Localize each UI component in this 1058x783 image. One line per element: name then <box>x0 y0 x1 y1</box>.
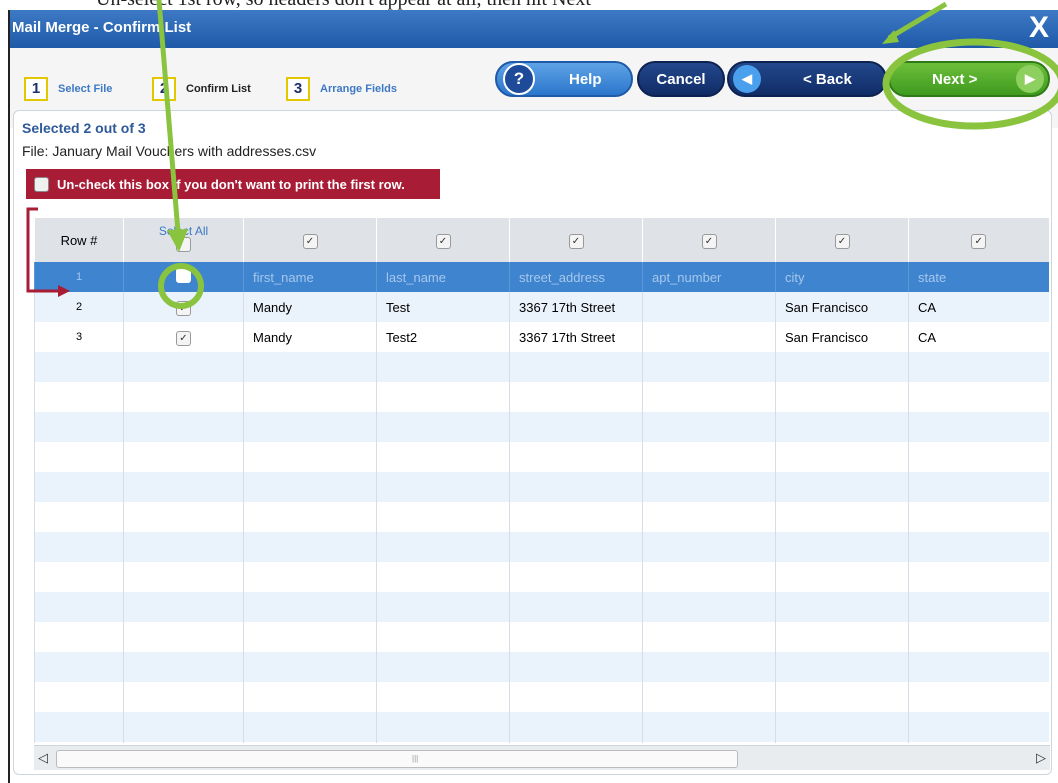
step-number: 1 <box>24 77 48 101</box>
empty-row <box>34 622 1049 652</box>
cell: Test <box>376 292 510 322</box>
banner-text: Un-check this box if you don't want to p… <box>57 176 405 192</box>
row-checkbox-cell[interactable] <box>123 262 244 292</box>
cell: 3367 17th Street <box>509 292 643 322</box>
cell: city <box>775 262 909 292</box>
step-confirm-list[interactable]: 2 Confirm List <box>152 77 251 101</box>
select-all-header[interactable]: Select All <box>123 218 244 262</box>
empty-row <box>34 412 1049 442</box>
cell: apt_number <box>642 262 776 292</box>
step-label: Select File <box>58 83 113 95</box>
title-bar: Mail Merge - Confirm List X <box>10 10 1058 48</box>
empty-row <box>34 562 1049 592</box>
empty-row <box>34 652 1049 682</box>
grip-icon: ||| <box>412 754 419 763</box>
empty-row <box>34 352 1049 382</box>
select-all-checkbox[interactable] <box>176 237 191 252</box>
scroll-left-icon[interactable]: ◁ <box>38 750 48 766</box>
checkmark-icon[interactable]: ✓ <box>176 330 191 346</box>
cell: Mandy <box>243 322 377 352</box>
cell: San Francisco <box>775 322 909 352</box>
file-name: File: January Mail Vouchers with address… <box>22 143 317 159</box>
close-icon[interactable]: X <box>1022 10 1056 48</box>
cell: state <box>908 262 1049 292</box>
step-select-file[interactable]: 1 Select File <box>24 77 113 101</box>
row-number: 2 <box>34 292 124 322</box>
table-row[interactable]: 2 ✓ Mandy Test 3367 17th Street San Fran… <box>34 292 1049 322</box>
empty-row <box>34 472 1049 502</box>
cell: San Francisco <box>775 292 909 322</box>
row-checkbox-cell[interactable]: ✓ <box>123 322 244 352</box>
first-row-checkbox[interactable] <box>34 176 49 192</box>
row-checkbox-cell[interactable]: ✓ <box>123 292 244 322</box>
caption-text-fragment: Un-select 1st row, so headers don't appe… <box>0 0 1058 10</box>
empty-row <box>34 682 1049 712</box>
back-label: < Back <box>803 70 852 88</box>
cell: last_name <box>376 262 510 292</box>
cell: CA <box>908 322 1049 352</box>
cell <box>642 322 776 352</box>
checkmark-icon[interactable]: ✓ <box>176 300 191 316</box>
horizontal-scrollbar[interactable]: ◁ ||| ▷ <box>34 745 1050 770</box>
column-include-checkbox[interactable]: ✓ <box>509 218 643 262</box>
select-all-label[interactable]: Select All <box>124 225 243 237</box>
row-number-header: Row # <box>34 218 124 262</box>
cell: Test2 <box>376 322 510 352</box>
cell: first_name <box>243 262 377 292</box>
checkmark-icon: ✓ <box>701 233 717 249</box>
help-button[interactable]: ? Help <box>495 61 633 97</box>
column-include-checkbox[interactable]: ✓ <box>908 218 1049 262</box>
next-label: Next > <box>932 70 978 88</box>
column-include-checkbox[interactable]: ✓ <box>775 218 909 262</box>
checkmark-icon: ✓ <box>302 233 318 249</box>
step-number: 3 <box>286 77 310 101</box>
back-button[interactable]: ◀ < Back <box>727 61 887 97</box>
checkmark-icon: ✓ <box>568 233 584 249</box>
empty-row <box>34 742 1049 743</box>
cell: 3367 17th Street <box>509 322 643 352</box>
cell: CA <box>908 292 1049 322</box>
header-row: Row # Select All ✓ ✓ ✓ ✓ ✓ ✓ <box>34 218 1049 262</box>
selected-count: Selected 2 out of 3 <box>22 120 146 136</box>
step-number: 2 <box>152 77 176 101</box>
column-include-checkbox[interactable]: ✓ <box>642 218 776 262</box>
empty-row <box>34 532 1049 562</box>
next-button[interactable]: Next > ▶ <box>888 61 1050 97</box>
column-include-checkbox[interactable]: ✓ <box>243 218 377 262</box>
help-label: Help <box>569 70 602 88</box>
checkmark-icon: ✓ <box>971 233 987 249</box>
cell <box>642 292 776 322</box>
cell: street_address <box>509 262 643 292</box>
empty-row <box>34 712 1049 742</box>
empty-row <box>34 442 1049 472</box>
empty-row <box>34 382 1049 412</box>
checkmark-icon: ✓ <box>435 233 451 249</box>
row-number: 3 <box>34 322 124 352</box>
empty-row <box>34 502 1049 532</box>
step-arrange-fields[interactable]: 3 Arrange Fields <box>286 77 398 101</box>
cell: Mandy <box>243 292 377 322</box>
step-label: Confirm List <box>186 83 251 95</box>
empty-row <box>34 592 1049 622</box>
dialog-title: Mail Merge - Confirm List <box>12 19 192 36</box>
table-row[interactable]: 3 ✓ Mandy Test2 3367 17th Street San Fra… <box>34 322 1049 352</box>
right-arrow-icon: ▶ <box>1016 65 1044 93</box>
row-checkbox[interactable] <box>176 268 191 283</box>
scroll-right-icon[interactable]: ▷ <box>1036 750 1046 766</box>
row-number: 1 <box>34 262 124 292</box>
first-row-banner: Un-check this box if you don't want to p… <box>26 169 440 199</box>
left-arrow-icon: ◀ <box>733 65 761 93</box>
scrollbar-thumb[interactable]: ||| <box>56 750 738 768</box>
checkmark-icon: ✓ <box>834 233 850 249</box>
data-grid: Row # Select All ✓ ✓ ✓ ✓ ✓ ✓ 1 first_nam… <box>34 218 1050 743</box>
help-question-icon: ? <box>503 63 535 95</box>
cancel-button[interactable]: Cancel <box>637 61 725 97</box>
column-include-checkbox[interactable]: ✓ <box>376 218 510 262</box>
table-row[interactable]: 1 first_name last_name street_address ap… <box>34 262 1049 292</box>
step-label: Arrange Fields <box>320 83 398 95</box>
